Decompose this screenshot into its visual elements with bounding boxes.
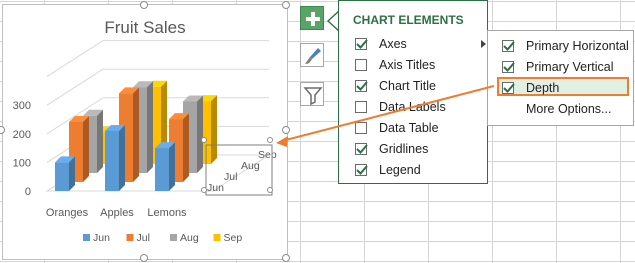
callout-arrow-head (276, 136, 288, 147)
callout-arrow-line (281, 85, 495, 142)
callout-overlay (276, 85, 495, 147)
